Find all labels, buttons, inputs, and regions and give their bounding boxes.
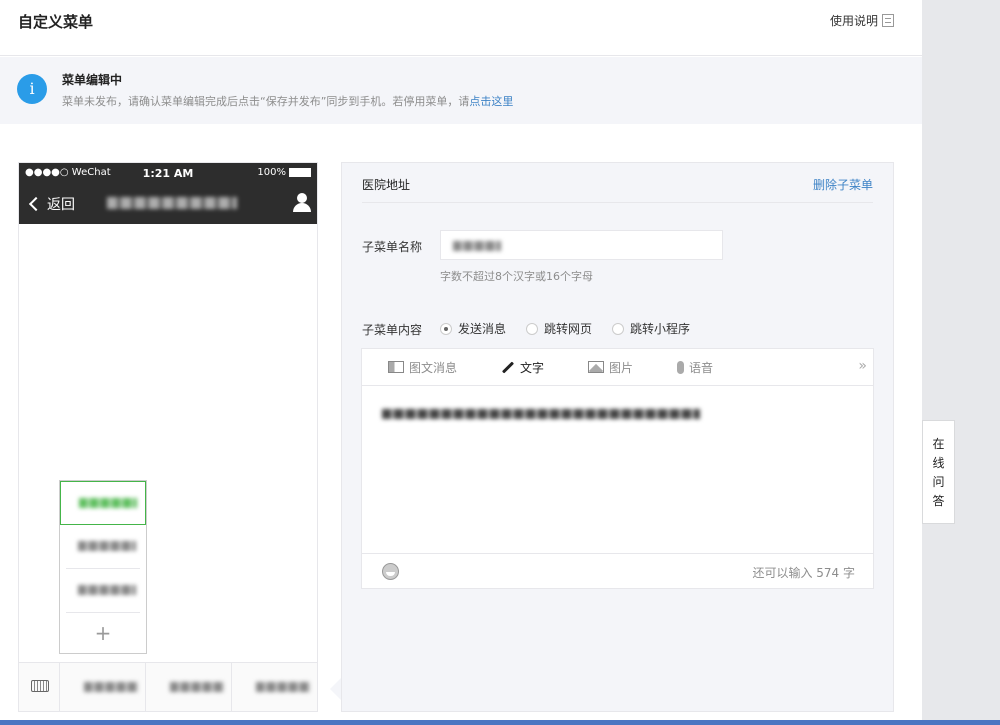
tab-label: 图文消息 bbox=[409, 360, 458, 375]
right-rail bbox=[922, 0, 1000, 720]
main-panel: 自定义菜单 使用说明 i 菜单编辑中 菜单未发布，请确认菜单编辑完成后点击“保存… bbox=[0, 0, 922, 720]
news-icon bbox=[388, 361, 404, 373]
phone-header: ●●●●○ WeChat 1:21 AM 100% 返回 bbox=[19, 163, 317, 224]
phone-menu-bar bbox=[19, 662, 317, 711]
help-link[interactable]: 使用说明 bbox=[830, 12, 894, 29]
main-menu-item[interactable] bbox=[60, 663, 146, 711]
blurred-label bbox=[78, 585, 136, 595]
document-icon bbox=[882, 14, 894, 27]
notice-title: 菜单编辑中 bbox=[62, 73, 123, 87]
blurred-label bbox=[84, 682, 138, 692]
info-icon: i bbox=[17, 74, 47, 104]
tab-news[interactable]: 图文消息 bbox=[388, 349, 457, 385]
image-icon bbox=[588, 361, 605, 373]
disable-menu-link[interactable]: 点击这里 bbox=[469, 95, 513, 108]
main-menu-item[interactable] bbox=[146, 663, 232, 711]
back-label: 返回 bbox=[47, 197, 75, 213]
composer-footer: 还可以输入 574 字 bbox=[362, 553, 873, 588]
radio-send-message[interactable]: 发送消息 bbox=[440, 320, 506, 337]
notice-text: 菜单未发布，请确认菜单编辑完成后点击“保存并发布”同步到手机。若停用菜单，请点击… bbox=[62, 93, 513, 109]
message-composer: 图文消息 文字 图片 语音 » 还可以输入 574 字 bbox=[361, 348, 874, 589]
help-label[interactable]: 使用说明 bbox=[830, 12, 878, 29]
chars-remaining: 还可以输入 574 字 bbox=[752, 566, 855, 580]
back-button: 返回 bbox=[27, 194, 75, 214]
radio-label: 跳转网页 bbox=[544, 322, 593, 336]
message-type-tabs: 图文消息 文字 图片 语音 » bbox=[362, 349, 873, 386]
radio-jump-webpage[interactable]: 跳转网页 bbox=[526, 320, 592, 337]
online-help-label[interactable]: 在线问答 bbox=[933, 435, 945, 511]
submenu-editor: 医院地址 删除子菜单 子菜单名称 字数不超过8个汉字或16个字母 子菜单内容 发… bbox=[341, 162, 894, 712]
keyboard-icon bbox=[31, 680, 49, 692]
battery-icon bbox=[289, 168, 311, 177]
radio-icon[interactable] bbox=[612, 322, 625, 335]
online-help-button[interactable]: 在线问答 bbox=[922, 420, 955, 524]
submenu-name-input[interactable] bbox=[440, 230, 723, 260]
blurred-value bbox=[453, 241, 501, 251]
tab-image[interactable]: 图片 bbox=[588, 349, 633, 385]
submenu-popup: + bbox=[59, 480, 147, 654]
blurred-label bbox=[78, 541, 136, 551]
submenu-item[interactable] bbox=[66, 525, 140, 569]
submenu-item[interactable] bbox=[66, 569, 140, 613]
radio-jump-miniprogram[interactable]: 跳转小程序 bbox=[612, 320, 690, 337]
back-chevron-icon bbox=[28, 196, 44, 212]
more-tabs-chevron-icon[interactable]: » bbox=[858, 358, 867, 374]
editor-header: 医院地址 删除子菜单 bbox=[362, 163, 873, 203]
tab-label: 图片 bbox=[609, 360, 634, 375]
profile-icon bbox=[293, 193, 311, 213]
name-hint: 字数不超过8个汉字或16个字母 bbox=[440, 270, 593, 283]
editor-title: 医院地址 bbox=[362, 178, 411, 192]
page-header: 自定义菜单 使用说明 bbox=[0, 0, 922, 56]
message-text-blurred[interactable] bbox=[382, 409, 700, 419]
submenu-name-label: 子菜单名称 bbox=[362, 240, 423, 254]
radio-icon[interactable] bbox=[526, 322, 539, 335]
add-submenu-button[interactable]: + bbox=[60, 613, 146, 653]
tab-text[interactable]: 文字 bbox=[501, 349, 544, 385]
battery-text: 100% bbox=[257, 167, 286, 178]
bottom-bar bbox=[0, 720, 1000, 725]
blurred-label bbox=[170, 682, 224, 692]
status-bar: ●●●●○ WeChat 1:21 AM 100% bbox=[19, 163, 317, 183]
battery-status: 100% bbox=[257, 167, 311, 178]
main-menu-item[interactable] bbox=[232, 663, 317, 711]
radio-label: 跳转小程序 bbox=[630, 322, 691, 336]
submenu-content-label: 子菜单内容 bbox=[362, 323, 423, 337]
pen-icon bbox=[502, 360, 515, 374]
blurred-label bbox=[79, 498, 137, 508]
blurred-label bbox=[256, 682, 310, 692]
content-type-radios: 发送消息 跳转网页 跳转小程序 bbox=[440, 320, 696, 337]
notice-body: 菜单未发布，请确认菜单编辑完成后点击“保存并发布”同步到手机。若停用菜单，请 bbox=[62, 95, 470, 108]
tab-voice[interactable]: 语音 bbox=[677, 349, 713, 385]
radio-label: 发送消息 bbox=[458, 322, 507, 336]
page-title: 自定义菜单 bbox=[18, 13, 94, 31]
account-name-blurred bbox=[107, 197, 237, 209]
submenu-item-selected[interactable] bbox=[60, 481, 146, 525]
emoji-icon[interactable] bbox=[382, 563, 399, 580]
phone-nav-bar: 返回 bbox=[19, 183, 317, 224]
keyboard-toggle bbox=[19, 663, 60, 711]
delete-submenu-link[interactable]: 删除子菜单 bbox=[813, 176, 873, 193]
mic-icon bbox=[677, 360, 685, 374]
radio-checked-icon[interactable] bbox=[440, 322, 452, 335]
edit-notice: i 菜单编辑中 菜单未发布，请确认菜单编辑完成后点击“保存并发布”同步到手机。若… bbox=[0, 57, 922, 124]
tab-label: 文字 bbox=[520, 360, 545, 375]
phone-preview: ●●●●○ WeChat 1:21 AM 100% 返回 + bbox=[18, 162, 318, 712]
tab-label: 语音 bbox=[689, 360, 714, 375]
